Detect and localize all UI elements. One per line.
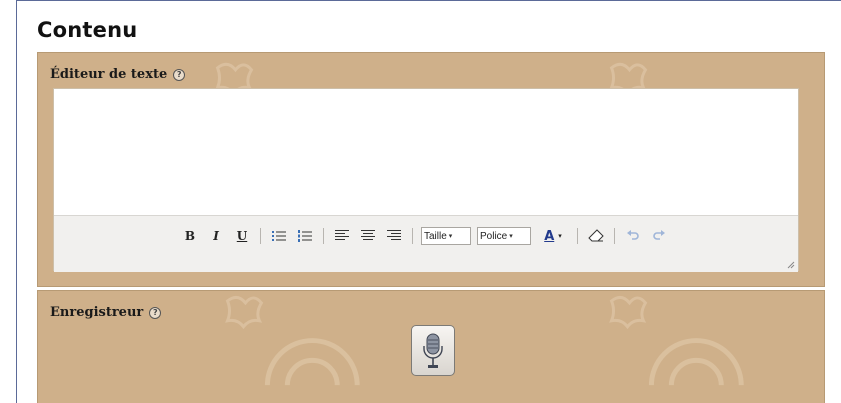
- redo-icon[interactable]: [649, 227, 669, 245]
- toolbar-separator: [260, 228, 261, 244]
- align-center-icon[interactable]: [358, 227, 378, 245]
- align-right-icon[interactable]: [384, 227, 404, 245]
- toolbar-separator: [577, 228, 578, 244]
- numbered-list-icon[interactable]: [295, 227, 315, 245]
- recorder-label: Enregistreur ?: [50, 305, 162, 320]
- chevron-down-icon: ▾: [448, 233, 453, 240]
- section-title: Contenu: [37, 18, 138, 42]
- underline-icon[interactable]: U: [232, 227, 252, 245]
- undo-icon[interactable]: [623, 227, 643, 245]
- italic-icon[interactable]: I: [206, 227, 226, 245]
- align-left-icon[interactable]: [332, 227, 352, 245]
- font-family-select-label: Police: [480, 230, 508, 242]
- toolbar-separator: [412, 228, 413, 244]
- toolbar-row: B I U Taille ▾ Police ▾ A ▾: [180, 226, 669, 246]
- rich-text-editor: B I U Taille ▾ Police ▾ A ▾: [53, 88, 799, 272]
- editor-text-area[interactable]: [54, 89, 798, 215]
- editor-label: Éditeur de texte ?: [50, 67, 186, 82]
- font-size-select[interactable]: Taille ▾: [421, 227, 471, 245]
- font-family-select[interactable]: Police ▾: [477, 227, 531, 245]
- eraser-icon[interactable]: [586, 227, 606, 245]
- help-icon[interactable]: ?: [149, 306, 162, 319]
- recorder-label-text: Enregistreur: [50, 305, 144, 320]
- font-size-select-label: Taille: [424, 230, 447, 242]
- help-icon[interactable]: ?: [173, 68, 186, 81]
- record-button[interactable]: [411, 325, 455, 376]
- font-color-icon[interactable]: A ▾: [537, 227, 569, 245]
- toolbar-separator: [614, 228, 615, 244]
- editor-label-text: Éditeur de texte: [50, 67, 168, 82]
- font-color-letter: A: [544, 228, 555, 244]
- microphone-icon: [423, 333, 443, 368]
- chevron-down-icon: ▾: [558, 232, 562, 240]
- bold-icon[interactable]: B: [180, 227, 200, 245]
- chevron-down-icon: ▾: [509, 233, 513, 240]
- toolbar-separator: [323, 228, 324, 244]
- editor-toolbar: B I U Taille ▾ Police ▾ A ▾: [54, 215, 798, 272]
- recorder-panel: Enregistreur ?: [37, 290, 825, 403]
- bullet-list-icon[interactable]: [269, 227, 289, 245]
- resize-grip-icon[interactable]: [785, 259, 795, 269]
